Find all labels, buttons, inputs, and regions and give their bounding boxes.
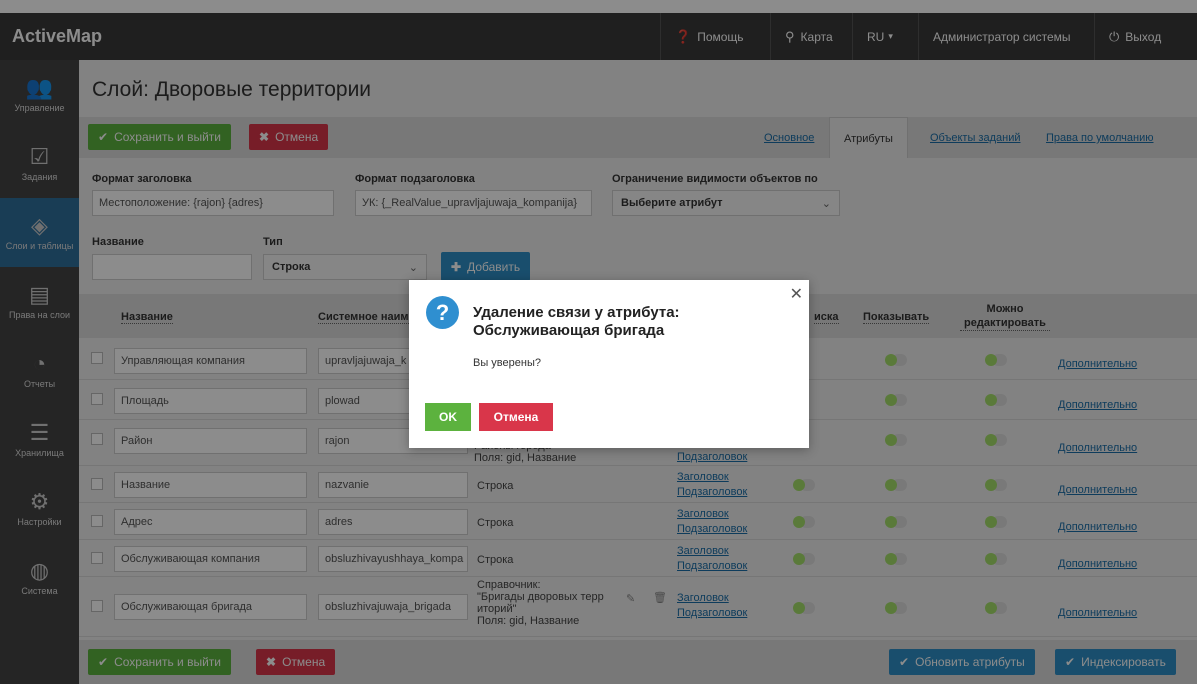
close-icon[interactable]: ✕ — [790, 284, 803, 304]
dialog-title: Удаление связи у атрибута: Обслуживающая… — [473, 304, 680, 339]
question-icon: ? — [426, 296, 459, 329]
dialog-message: Вы уверены? — [473, 357, 541, 369]
confirm-dialog: ? Удаление связи у атрибута: Обслуживающ… — [409, 280, 809, 448]
dialog-cancel-button[interactable]: Отмена — [479, 403, 553, 431]
ok-button[interactable]: OK — [425, 403, 471, 431]
